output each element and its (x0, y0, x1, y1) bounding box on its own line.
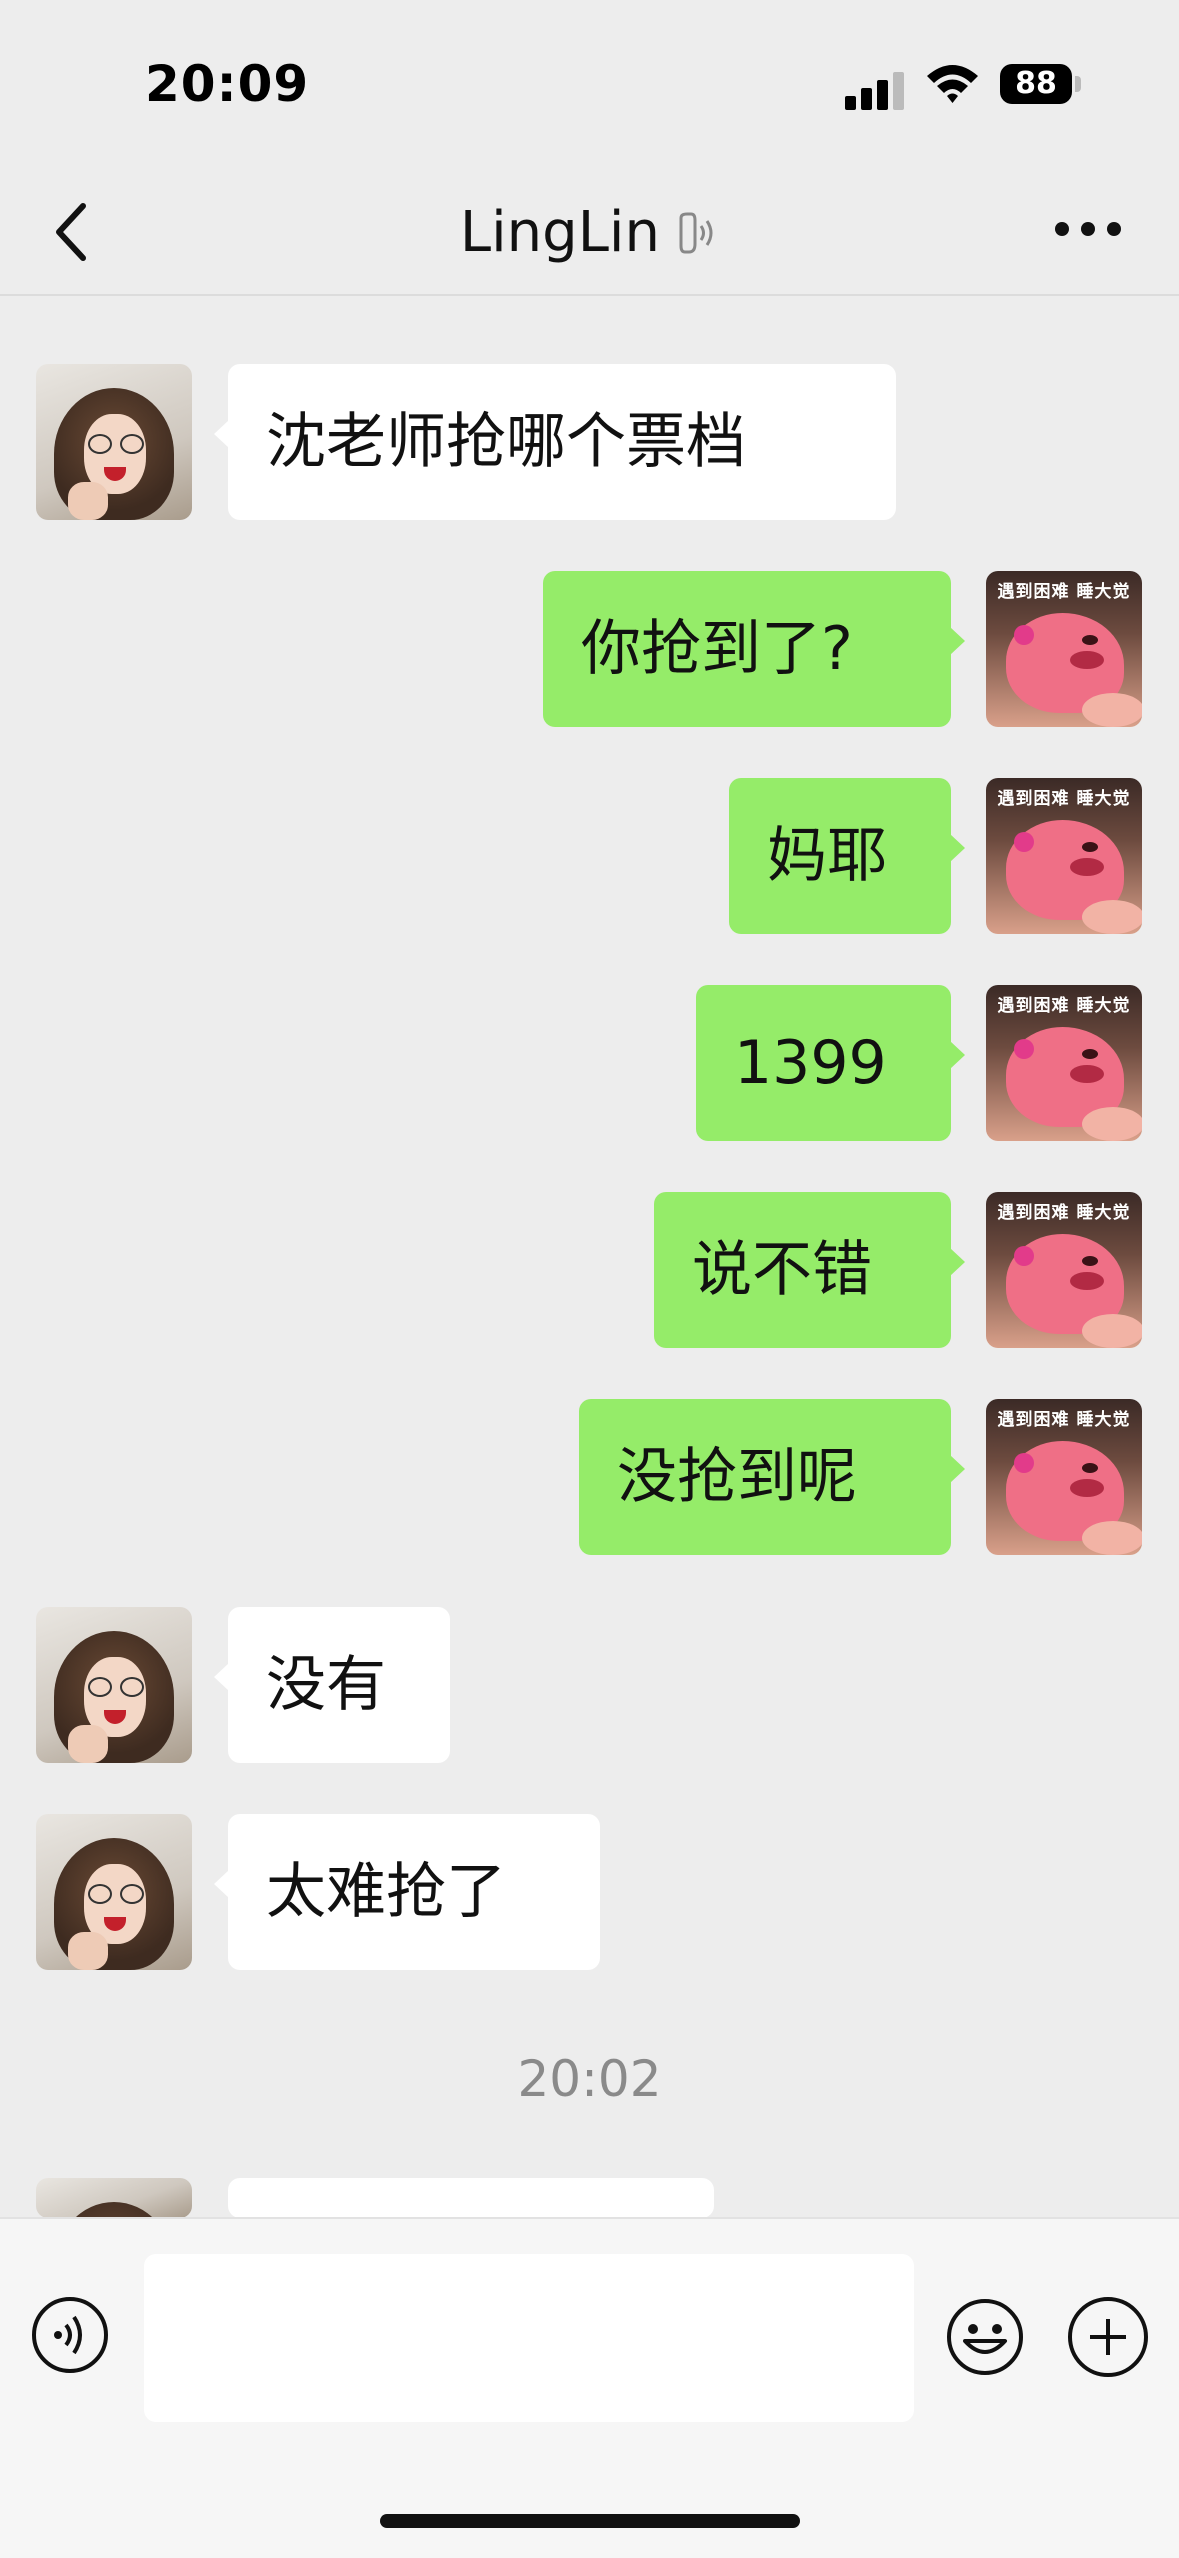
contact-avatar[interactable] (36, 1814, 192, 1970)
voice-input-button[interactable] (32, 2297, 108, 2373)
message-bubble-incoming[interactable]: 沈老师抢哪个票档 (214, 364, 896, 520)
more-options-icon[interactable] (1055, 222, 1125, 242)
contact-avatar[interactable] (36, 2178, 192, 2218)
earpiece-mode-icon (679, 212, 713, 253)
chat-title-wrap: LingLin (0, 170, 1179, 294)
battery-nub (1075, 76, 1081, 92)
message-bubble-incoming[interactable] (214, 2178, 714, 2262)
message-bubble-outgoing[interactable]: 妈耶 (729, 778, 965, 934)
my-avatar-caption: 遇到困难 睡大觉 (997, 789, 1131, 809)
my-avatar-caption: 遇到困难 睡大觉 (997, 1203, 1131, 1223)
message-bubble-incoming[interactable]: 太难抢了 (214, 1814, 600, 1970)
my-avatar[interactable]: 遇到困难 睡大觉 (986, 1399, 1142, 1555)
message-input[interactable] (144, 2254, 914, 2422)
my-avatar[interactable]: 遇到困难 睡大觉 (986, 571, 1142, 727)
message-bubble-outgoing[interactable]: 没抢到呢 (579, 1399, 965, 1555)
home-indicator[interactable] (380, 2514, 800, 2528)
my-avatar[interactable]: 遇到困难 睡大觉 (986, 1192, 1142, 1348)
status-time: 20:09 (145, 55, 310, 113)
chat-title[interactable]: LingLin (460, 171, 660, 295)
message-bubble-outgoing[interactable]: 你抢到了? (543, 571, 965, 727)
more-actions-plus-button[interactable] (1068, 2297, 1148, 2377)
message-bubble-outgoing[interactable]: 1399 (696, 985, 965, 1141)
input-bar (0, 2217, 1179, 2558)
chat-header: LingLin (0, 170, 1179, 296)
battery-icon: 88 (1000, 64, 1072, 104)
status-bar: 20:09 88 (0, 0, 1179, 170)
emoji-icon[interactable] (945, 2297, 1025, 2377)
message-bubble-incoming[interactable]: 没有 (214, 1607, 450, 1763)
my-avatar[interactable]: 遇到困难 睡大觉 (986, 985, 1142, 1141)
my-avatar-caption: 遇到困难 睡大觉 (997, 996, 1131, 1016)
wifi-icon (927, 65, 978, 103)
message-timestamp: 20:02 (517, 2050, 662, 2108)
contact-avatar[interactable] (36, 1607, 192, 1763)
my-avatar-caption: 遇到困难 睡大觉 (997, 582, 1131, 602)
message-bubble-outgoing[interactable]: 说不错 (654, 1192, 965, 1348)
contact-avatar[interactable] (36, 364, 192, 520)
my-avatar-caption: 遇到困难 睡大觉 (997, 1410, 1131, 1430)
voice-icon (54, 2315, 82, 2355)
my-avatar[interactable]: 遇到困难 睡大觉 (986, 778, 1142, 934)
cellular-signal-icon (845, 70, 907, 110)
